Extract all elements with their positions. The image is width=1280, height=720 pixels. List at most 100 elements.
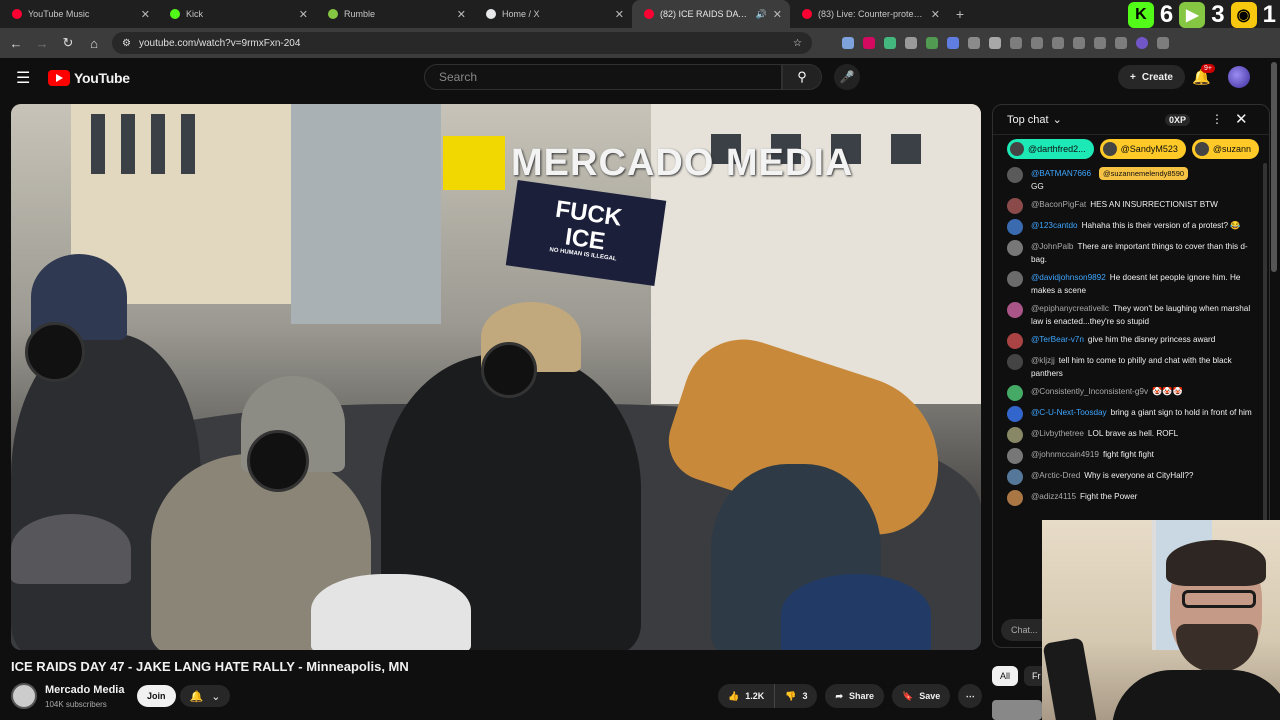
close-icon[interactable]: ✕ — [1235, 110, 1248, 128]
hamburger-menu-icon[interactable]: ☰ — [16, 68, 32, 88]
extension-icon[interactable] — [947, 37, 959, 49]
close-tab-icon[interactable]: ✕ — [773, 8, 782, 21]
browser-tab[interactable]: Home / X ✕ — [474, 0, 632, 28]
browser-tab[interactable]: YouTube Music ✕ — [0, 0, 158, 28]
extension-icon[interactable] — [863, 37, 875, 49]
chat-author[interactable]: @TerBear-v7n — [1031, 335, 1084, 344]
join-button[interactable]: Join — [137, 685, 176, 707]
url-text: youtube.com/watch?v=9rmxFxn-204 — [138, 37, 301, 49]
chat-avatar[interactable] — [1007, 406, 1023, 422]
channel-avatar[interactable] — [11, 683, 37, 709]
share-button[interactable]: ➦ Share — [825, 684, 885, 708]
close-tab-icon[interactable]: ✕ — [299, 8, 308, 21]
chat-avatar[interactable] — [1007, 333, 1023, 349]
beanie — [781, 574, 931, 650]
chat-mode-selector[interactable]: Top chat — [1007, 114, 1049, 126]
chat-avatar[interactable] — [1007, 448, 1023, 464]
chat-menu-icon[interactable]: ⋮ — [1211, 112, 1223, 126]
voice-search-button[interactable]: 🎤 — [834, 64, 860, 90]
extension-icon[interactable] — [905, 37, 917, 49]
chat-author[interactable]: @adizz4115 — [1031, 492, 1076, 501]
extension-icon[interactable] — [1073, 37, 1085, 49]
search-input[interactable]: Search — [424, 64, 782, 90]
search-button[interactable]: ⚲ — [782, 64, 822, 90]
new-tab-button[interactable]: + — [948, 6, 972, 22]
subscription-bell-button[interactable]: 🔔 ⌄ — [180, 685, 230, 707]
chat-author[interactable]: @Arctic-Dred — [1031, 471, 1080, 480]
chat-avatar[interactable] — [1007, 354, 1023, 370]
reload-icon[interactable]: ↻ — [60, 35, 76, 51]
close-tab-icon[interactable]: ✕ — [615, 8, 624, 21]
extension-icon[interactable] — [1094, 37, 1106, 49]
extension-icon[interactable] — [842, 37, 854, 49]
create-button[interactable]: + Create — [1118, 65, 1185, 89]
chat-avatar[interactable] — [1007, 302, 1023, 318]
chat-avatar[interactable] — [1007, 490, 1023, 506]
close-tab-icon[interactable]: ✕ — [457, 8, 466, 21]
youtube-play-icon — [48, 70, 70, 86]
super-chat-ticker[interactable]: @darthfred2... — [1007, 139, 1094, 159]
chat-author[interactable]: @Livbythetree — [1031, 429, 1084, 438]
browser-tab[interactable]: (83) Live: Counter-protests and ✕ — [790, 0, 948, 28]
chat-avatar[interactable] — [1007, 240, 1023, 256]
browser-tab[interactable]: (82) ICE RAIDS DAY 47 - JA 🔊 ✕ — [632, 0, 790, 28]
save-button[interactable]: 🔖 Save — [892, 684, 951, 708]
speaker-icon[interactable]: 🔊 — [756, 9, 767, 20]
chat-avatar[interactable] — [1007, 427, 1023, 443]
extension-icon[interactable] — [1115, 37, 1127, 49]
page-scrollbar[interactable] — [1271, 62, 1277, 272]
related-video-thumbnail[interactable] — [992, 700, 1042, 720]
chat-avatar[interactable] — [1007, 198, 1023, 214]
close-tab-icon[interactable]: ✕ — [931, 8, 940, 21]
address-bar[interactable]: ⚙ youtube.com/watch?v=9rmxFxn-204 ☆ — [112, 32, 812, 54]
ticker-avatar — [1010, 142, 1024, 156]
browser-tab[interactable]: Kick ✕ — [158, 0, 316, 28]
profile-avatar[interactable] — [1136, 37, 1148, 49]
code-icon[interactable] — [1052, 37, 1064, 49]
extension-icon[interactable] — [884, 37, 896, 49]
chat-author[interactable]: @123cantdo — [1031, 221, 1078, 230]
chat-author[interactable]: @BATMAN7666 — [1031, 169, 1091, 178]
forward-icon[interactable]: → — [34, 36, 50, 51]
chat-author[interactable]: @davidjohnson9892 — [1031, 273, 1106, 282]
dislike-button[interactable]: 👎 3 — [775, 684, 818, 708]
video-player[interactable]: MERCADO MEDIA FUCK ICE NO HUMAN IS ILLEG… — [11, 104, 981, 650]
mention-chip[interactable]: @suzannemelendy8590 — [1099, 167, 1189, 180]
chat-author[interactable]: @kljzjj — [1031, 356, 1055, 365]
youtube-logo[interactable]: YouTube — [48, 70, 130, 86]
puzzle-icon[interactable] — [989, 37, 1001, 49]
channel-name[interactable]: Mercado Media — [45, 684, 124, 696]
extension-icon[interactable] — [968, 37, 980, 49]
chat-avatar[interactable] — [1007, 469, 1023, 485]
more-actions-button[interactable]: ⋯ — [958, 684, 983, 708]
back-icon[interactable]: ← — [8, 36, 24, 51]
close-tab-icon[interactable]: ✕ — [141, 8, 150, 21]
super-chat-ticker[interactable]: @suzann — [1191, 139, 1260, 159]
extension-icon[interactable] — [926, 37, 938, 49]
chat-author[interactable]: @Consistently_Inconsistent-g9v — [1031, 387, 1148, 396]
like-button[interactable]: 👍 1.2K — [718, 684, 776, 708]
account-avatar[interactable] — [1228, 66, 1250, 88]
bookmark-star-icon[interactable]: ☆ — [793, 38, 802, 49]
chat-avatar[interactable] — [1007, 167, 1023, 183]
site-info-icon[interactable]: ⚙ — [122, 38, 131, 49]
watermark-logo-box — [443, 136, 505, 190]
home-icon[interactable]: ⌂ — [86, 36, 102, 51]
chat-avatar[interactable] — [1007, 219, 1023, 235]
xp-badge[interactable]: 0XP — [1165, 114, 1191, 126]
chat-avatar[interactable] — [1007, 385, 1023, 401]
chevron-down-icon[interactable]: ⌄ — [1053, 113, 1062, 126]
extension-icon[interactable] — [1031, 37, 1043, 49]
super-chat-ticker[interactable]: @SandyM523 — [1099, 139, 1186, 159]
chat-author[interactable]: @JohnPalb — [1031, 242, 1073, 251]
menu-dots-icon[interactable] — [1157, 37, 1169, 49]
chat-author[interactable]: @epiphanycreativellc — [1031, 304, 1109, 313]
history-icon[interactable] — [1010, 37, 1022, 49]
chat-author[interactable]: @BaconPigFat — [1031, 200, 1086, 209]
browser-tab[interactable]: Rumble ✕ — [316, 0, 474, 28]
chat-author[interactable]: @johnmccain4919 — [1031, 450, 1099, 459]
chat-author[interactable]: @C-U-Next-Toosday — [1031, 408, 1107, 417]
filter-chip[interactable]: All — [992, 666, 1019, 686]
notifications-button[interactable]: 🔔 9+ — [1192, 64, 1215, 86]
chat-avatar[interactable] — [1007, 271, 1023, 287]
